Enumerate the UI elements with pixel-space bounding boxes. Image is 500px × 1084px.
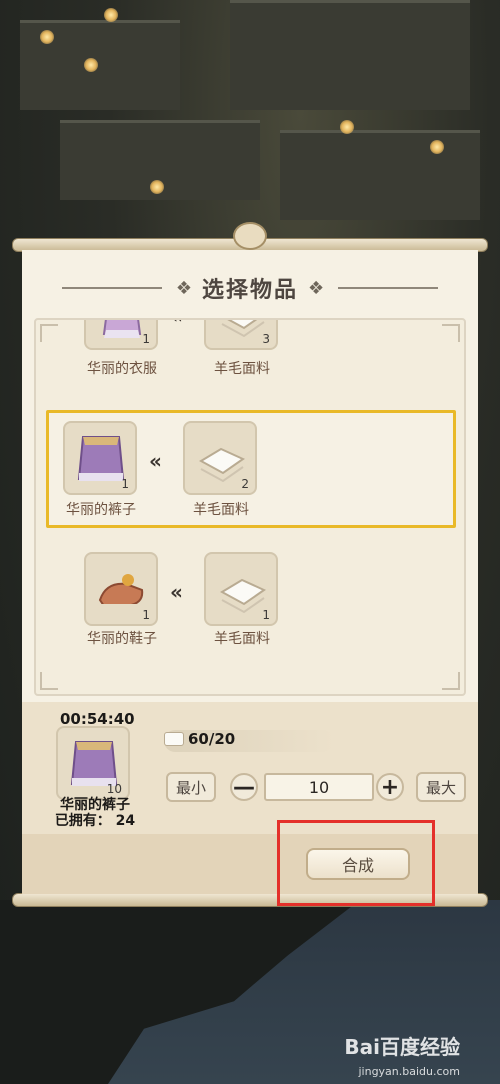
- roof: [280, 130, 480, 220]
- scroll-knot: [233, 222, 267, 250]
- lantern: [40, 30, 54, 44]
- product-count: 1: [142, 608, 150, 622]
- material-cost: 60/20: [188, 730, 236, 748]
- shoes-icon: [98, 574, 144, 610]
- select-item-panel: ❖ 选择物品 ❖ 1 « 3: [22, 250, 478, 894]
- max-button[interactable]: 最大: [416, 772, 467, 802]
- recipe-row[interactable]: 1 « 1 华丽的鞋子 羊毛面料: [46, 548, 456, 666]
- wool-fabric-icon: [164, 732, 184, 746]
- arrow-left-icon: «: [149, 449, 162, 473]
- plus-button[interactable]: +: [376, 773, 404, 801]
- product-slot[interactable]: 1: [84, 320, 158, 350]
- product-name: 华丽的裤子: [66, 502, 136, 518]
- lantern: [340, 120, 354, 134]
- divider: [338, 287, 439, 289]
- frame-corner: [442, 672, 460, 690]
- material-slot[interactable]: 1: [204, 552, 278, 626]
- swirl-icon: ❖: [308, 277, 325, 299]
- watermark-logo: Bai百度经验: [344, 1035, 460, 1059]
- owned-count: 已拥有： 24: [54, 813, 136, 829]
- watermark-url: jingyan.baidu.com: [358, 1065, 460, 1078]
- pants-icon: [77, 436, 125, 481]
- product-count: 1: [142, 332, 150, 346]
- dress-icon: [102, 320, 142, 338]
- material-slot[interactable]: 2: [183, 421, 257, 495]
- recipe-row[interactable]: 1 « 3 华丽的衣服 羊毛面料: [46, 320, 456, 388]
- quantity-field[interactable]: 10: [264, 773, 374, 801]
- roof: [230, 0, 470, 110]
- lantern: [84, 58, 98, 72]
- lantern: [150, 180, 164, 194]
- min-button[interactable]: 最小: [166, 772, 217, 802]
- panel-title: 选择物品: [201, 278, 298, 303]
- divider: [61, 287, 162, 289]
- recipe-list[interactable]: 1 « 3 华丽的衣服 羊毛面料 1: [34, 318, 466, 696]
- product-name: 华丽的衣服: [87, 361, 157, 377]
- product-slot[interactable]: 1: [63, 421, 137, 495]
- material-count: 1: [262, 608, 270, 622]
- frame-corner: [40, 672, 58, 690]
- material-slot[interactable]: 3: [204, 320, 278, 350]
- material-count: 2: [241, 477, 249, 491]
- material-name: 羊毛面料: [214, 631, 270, 647]
- panel-header: ❖ 选择物品 ❖: [22, 268, 478, 308]
- material-name: 羊毛面料: [193, 502, 249, 518]
- wool-fabric-icon: [219, 578, 267, 614]
- material-name: 羊毛面料: [214, 361, 270, 377]
- wool-fabric-icon: [198, 447, 246, 483]
- product-slot[interactable]: 1: [84, 552, 158, 626]
- result-slot: 10: [56, 726, 130, 800]
- lantern: [430, 140, 444, 154]
- recipe-row-selected[interactable]: 1 « 2 华丽的裤子 羊毛面料: [46, 410, 456, 528]
- arrow-left-icon: «: [170, 580, 183, 604]
- lantern: [104, 8, 118, 22]
- swirl-icon: ❖: [175, 277, 192, 299]
- material-count: 3: [262, 332, 270, 346]
- highlight-annotation: [277, 820, 435, 906]
- minus-button[interactable]: —: [230, 773, 258, 801]
- wool-fabric-icon: [221, 320, 265, 338]
- product-name: 华丽的鞋子: [87, 631, 157, 647]
- product-count: 1: [121, 477, 129, 491]
- arrow-left-icon: «: [170, 320, 183, 328]
